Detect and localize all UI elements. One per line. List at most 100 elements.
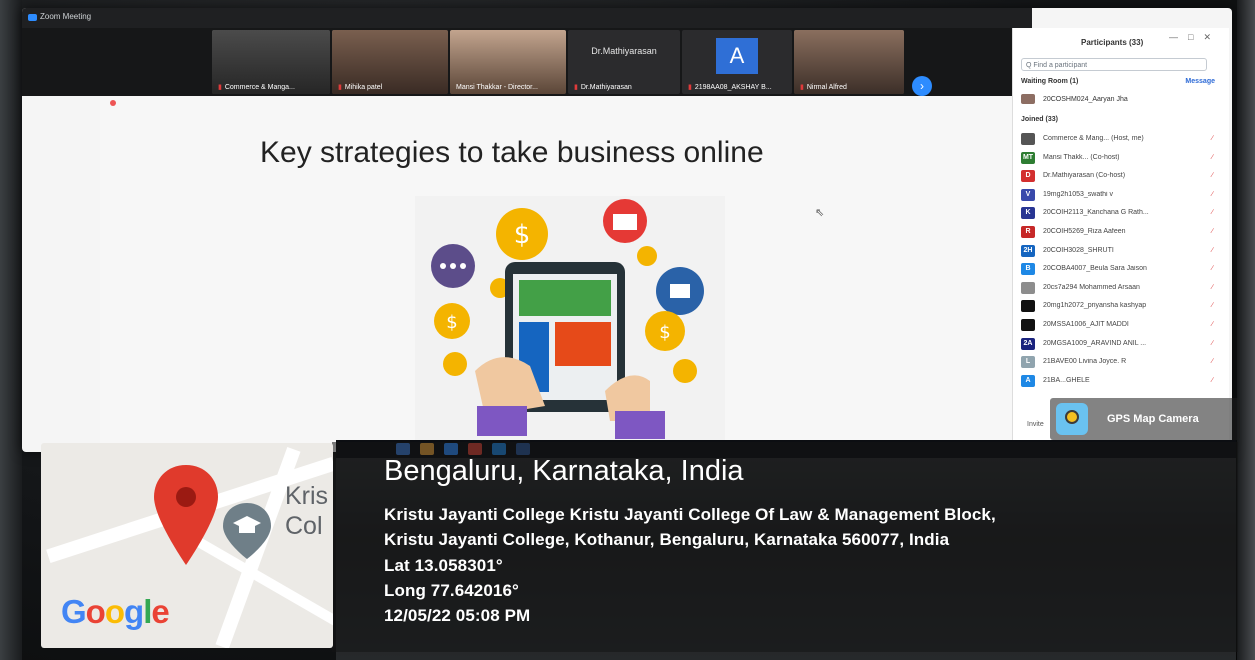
avatar <box>1021 94 1035 104</box>
waiting-member-name: 20COSHM024_Aaryan Jha <box>1042 95 1128 103</box>
shared-slide: Key strategies to take business online ⇖… <box>100 96 1032 452</box>
gps-camera-badge: GPS Map Camera <box>1050 398 1240 440</box>
joined-header[interactable]: Joined (33) <box>1021 116 1058 123</box>
video-tile[interactable]: Mansi Thakkar - Director... <box>450 30 566 94</box>
chevron-right-icon: › <box>920 79 924 93</box>
video-tile-name: Commerce & Manga... <box>224 84 295 91</box>
zoom-titlebar: Zoom Meeting <box>22 8 1032 28</box>
mic-muted-icon[interactable]: ∕ <box>1212 135 1213 142</box>
mic-muted-icon: ▮ <box>218 84 222 91</box>
video-tile[interactable]: ▮ Mihika patel <box>332 30 448 94</box>
mic-muted-icon: ▮ <box>338 84 342 91</box>
mic-muted-icon[interactable]: ∕ <box>1212 247 1213 254</box>
map-place-label: Kris Col <box>285 482 329 540</box>
video-tile[interactable]: ▮ Nirmal Alfred <box>794 30 904 94</box>
participant-row[interactable]: K 20COIH2113_Kanchana G Rath... ∕ <box>1021 204 1217 223</box>
address-line-1: Kristu Jayanti College Kristu Jayanti Co… <box>384 505 996 524</box>
participant-row[interactable]: A 21BA...GHELE ∕ <box>1021 372 1217 391</box>
latitude: Lat 13.058301° <box>384 556 503 575</box>
participant-row[interactable]: B 20COBA4007_Beula Sara Jaison ∕ <box>1021 260 1217 279</box>
avatar: D <box>1021 170 1035 183</box>
participant-row[interactable]: 2A 20MGSA1009_ARAVIND ANIL ... ∕ <box>1021 335 1217 354</box>
window-controls[interactable]: —□✕ <box>1169 32 1221 43</box>
avatar <box>1021 300 1035 313</box>
video-tile[interactable]: ▮ Commerce & Manga... <box>212 30 330 94</box>
participant-row[interactable]: R 20COIH5269_Riza Aafeen ∕ <box>1021 223 1217 242</box>
location-city: Bengaluru, Karnataka, India <box>384 455 744 487</box>
participant-name: 20MGSA1009_ARAVIND ANIL ... <box>1043 339 1147 347</box>
waiting-member[interactable]: 20COSHM024_Aaryan Jha <box>1021 94 1128 104</box>
mic-muted-icon[interactable]: ∕ <box>1212 191 1213 198</box>
zoom-logo-icon <box>28 14 37 21</box>
mic-muted-icon[interactable]: ∕ <box>1212 284 1213 291</box>
participant-row[interactable]: 20mg1h2072_priyansha kashyap ∕ <box>1021 297 1217 316</box>
mic-muted-icon[interactable]: ∕ <box>1212 265 1213 272</box>
zoom-window-title: Zoom Meeting <box>40 12 92 21</box>
participants-panel: Participants (33) —□✕ Q Find a participa… <box>1012 28 1229 452</box>
video-tile-display-name: Dr.Mathiyarasan <box>591 46 657 56</box>
avatar: 2H <box>1021 244 1035 257</box>
participants-title: Participants (33) <box>1081 38 1144 47</box>
mic-muted-icon: ▮ <box>800 84 804 91</box>
video-strip: ▮ Commerce & Manga... ▮ Mihika patel Mansi… <box>22 28 1032 96</box>
video-tile-name: 2198AA08_AKSHAY B... <box>694 84 772 91</box>
frame-right-edge <box>1237 0 1255 660</box>
video-tile-name: Mihika patel <box>344 84 383 91</box>
participant-name: Commerce & Mang... (Host, me) <box>1043 135 1144 142</box>
mic-muted-icon[interactable]: ∕ <box>1212 172 1213 179</box>
svg-text:$: $ <box>446 312 457 333</box>
mic-muted-icon[interactable]: ∕ <box>1212 377 1213 384</box>
google-logo: Google <box>61 593 170 630</box>
participant-name: 19mg2h1053_swathi v <box>1043 190 1114 198</box>
participant-name: 21BA...GHELE <box>1043 376 1090 384</box>
avatar: 2A <box>1021 337 1035 350</box>
avatar: L <box>1021 356 1035 369</box>
mic-muted-icon: ▮ <box>574 84 578 91</box>
participant-row[interactable]: V 19mg2h1053_swathi v ∕ <box>1021 186 1217 205</box>
mic-muted-icon[interactable]: ∕ <box>1212 358 1213 365</box>
video-tile-name: Dr.Mathiyarasan <box>580 84 632 91</box>
avatar <box>1021 133 1035 145</box>
next-videos-button[interactable]: › <box>912 76 932 96</box>
avatar <box>1021 281 1035 294</box>
online-business-illustration: $ $ $ <box>415 196 725 446</box>
participant-name: 20COIH5269_Riza Aafeen <box>1043 227 1126 235</box>
longitude: Long 77.642016° <box>384 581 519 600</box>
video-tile[interactable]: A ▮ 2198AA08_AKSHAY B... <box>682 30 792 94</box>
mic-muted-icon: ▮ <box>688 84 692 91</box>
participant-row[interactable]: MT Mansi Thakk... (Co-host) ∕ <box>1021 149 1217 168</box>
mic-muted-icon[interactable]: ∕ <box>1212 321 1213 328</box>
avatar <box>1021 318 1035 331</box>
participant-search-input[interactable]: Q Find a participant <box>1021 58 1207 71</box>
avatar: MT <box>1021 151 1035 164</box>
frame-left-edge <box>0 0 22 660</box>
avatar: A <box>1021 374 1035 387</box>
participant-name: 20COIH3028_SHRUTI <box>1043 246 1114 254</box>
university-pin-icon <box>223 503 271 559</box>
gps-camera-icon <box>1056 403 1088 435</box>
svg-text:$: $ <box>659 322 670 343</box>
participant-row[interactable]: 20MSSA1006_AJIT MADDI ∕ <box>1021 316 1217 335</box>
participant-name: 21BAVE00 Livina Joyce. R <box>1043 358 1127 366</box>
mic-muted-icon[interactable]: ∕ <box>1212 228 1213 235</box>
invite-button[interactable]: Invite <box>1027 421 1044 428</box>
video-tile[interactable]: Dr.Mathiyarasan ▮ Dr.Mathiyarasan <box>568 30 680 94</box>
participant-row[interactable]: Commerce & Mang... (Host, me) ∕ <box>1021 130 1217 149</box>
mic-muted-icon[interactable]: ∕ <box>1212 340 1213 347</box>
participant-row[interactable]: 20cs7a294 Mohammed Arsaan ∕ <box>1021 279 1217 298</box>
mic-muted-icon[interactable]: ∕ <box>1212 154 1213 161</box>
participant-row[interactable]: D Dr.Mathiyarasan (Co-host) ∕ <box>1021 167 1217 186</box>
location-pin-icon <box>154 465 218 565</box>
waiting-room-header[interactable]: Waiting Room (1) <box>1021 78 1078 85</box>
avatar: K <box>1021 207 1035 220</box>
participant-row[interactable]: L 21BAVE00 Livina Joyce. R ∕ <box>1021 353 1217 372</box>
participant-row[interactable]: 2H 20COIH3028_SHRUTI ∕ <box>1021 242 1217 261</box>
avatar: V <box>1021 188 1035 201</box>
video-tile-name: Nirmal Alfred <box>806 84 847 91</box>
avatar: B <box>1021 263 1035 276</box>
participant-name: Dr.Mathiyarasan (Co-host) <box>1043 172 1126 180</box>
mic-muted-icon[interactable]: ∕ <box>1212 302 1213 309</box>
mic-muted-icon[interactable]: ∕ <box>1212 209 1213 216</box>
message-button[interactable]: Message <box>1185 78 1215 85</box>
address-line-2: Kristu Jayanti College, Kothanur, Bengal… <box>384 530 950 549</box>
